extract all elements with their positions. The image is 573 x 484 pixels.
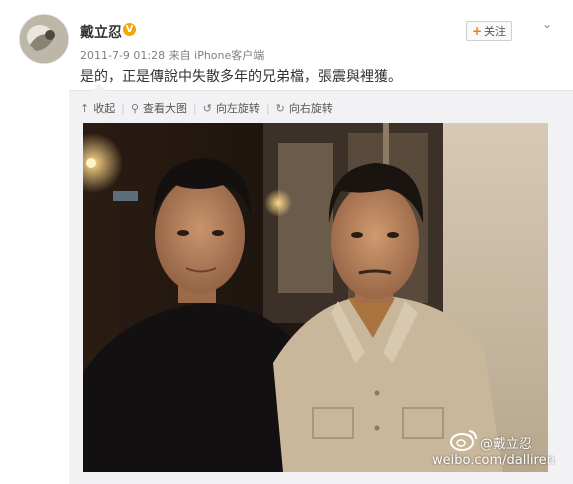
follow-label: 关注: [484, 25, 507, 38]
view-large-label: 查看大图: [143, 102, 187, 115]
chevron-down-icon[interactable]: ⌄: [540, 17, 554, 31]
rotate-left-icon: ↺: [202, 101, 212, 115]
magnifier-icon: ⚲: [130, 101, 139, 115]
rotate-left-label: 向左旋转: [215, 102, 260, 115]
media-toolbar: ↑ 收起 | ⚲ 查看大图 | ↺ 向左旋转 | ↻ 向右旋转: [80, 100, 333, 116]
toolbar-divider: |: [121, 101, 125, 115]
post-meta: 2011-7-9 01:28 来自 iPhone客户端: [80, 47, 264, 63]
rotate-right-button[interactable]: ↻ 向右旋转: [276, 100, 333, 116]
post-photo[interactable]: [83, 123, 548, 472]
verified-badge-icon: V: [123, 23, 136, 36]
toolbar-divider: |: [193, 101, 197, 115]
view-large-button[interactable]: ⚲ 查看大图: [131, 100, 187, 116]
timestamp[interactable]: 2011-7-9 01:28: [80, 49, 165, 62]
source-link[interactable]: iPhone客户端: [194, 49, 264, 62]
follow-button[interactable]: + 关注: [466, 21, 512, 41]
collapse-label: 收起: [93, 102, 116, 115]
username[interactable]: 戴立忍: [80, 22, 122, 42]
post-text: 是的，正是傳說中失散多年的兄弟檔，張震與裡獲。: [80, 69, 402, 85]
plus-icon: +: [471, 24, 483, 38]
toolbar-divider: |: [265, 101, 270, 115]
rotate-left-button[interactable]: ↺ 向左旋转: [203, 100, 260, 116]
source-prefix: 来自: [168, 49, 191, 62]
rotate-right-icon: ↻: [275, 101, 285, 115]
collapse-icon: ↑: [80, 101, 90, 115]
panel-caret: [92, 84, 106, 91]
collapse-button[interactable]: ↑ 收起: [80, 100, 115, 116]
avatar[interactable]: [19, 14, 69, 64]
rotate-right-label: 向右旋转: [288, 102, 333, 115]
